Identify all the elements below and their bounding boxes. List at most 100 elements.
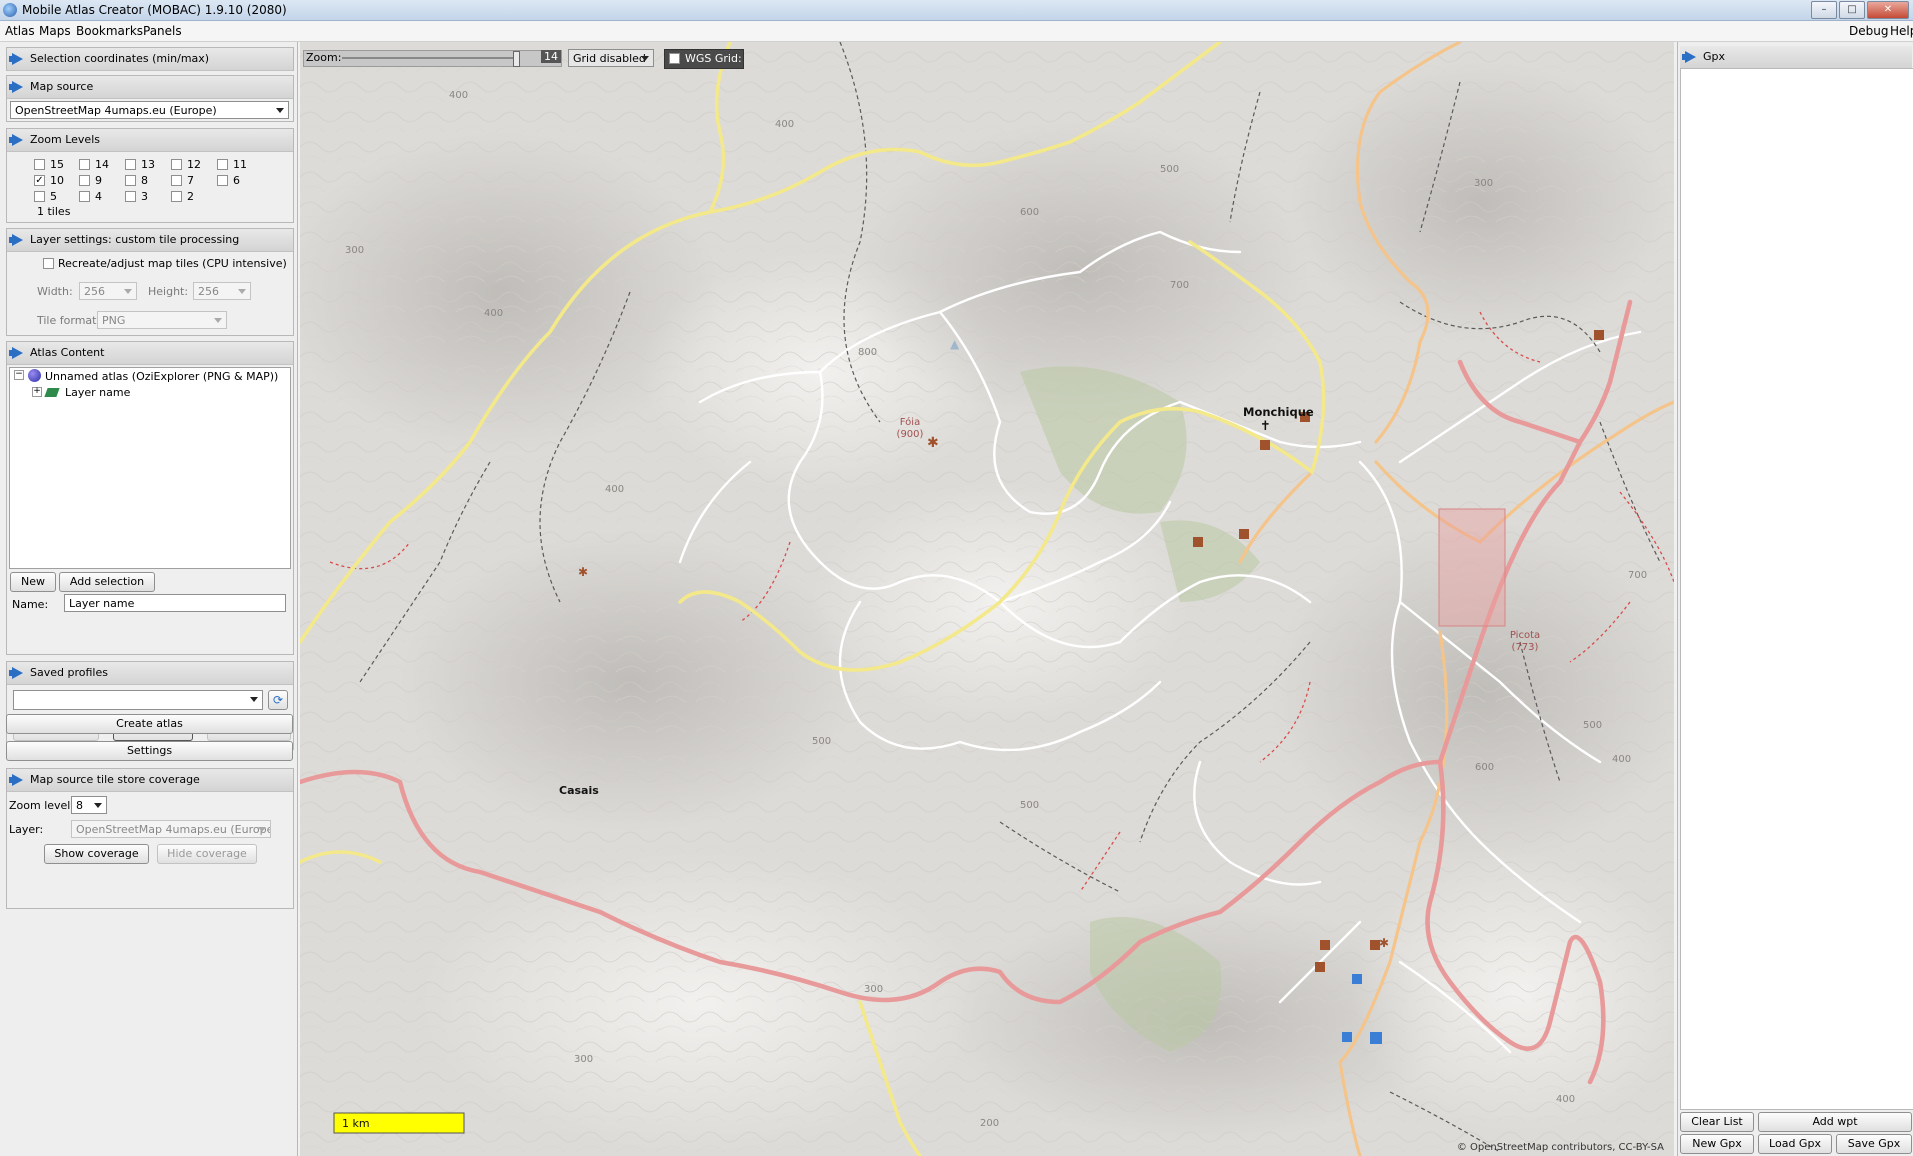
section-title: Zoom Levels xyxy=(30,133,100,146)
poi-icon xyxy=(1594,330,1604,340)
contour-label: 300 xyxy=(345,245,364,256)
poi-icon xyxy=(1315,962,1325,972)
selection-coordinates-panel: Selection coordinates (min/max) xyxy=(6,47,294,71)
tile-format-select[interactable]: PNG xyxy=(97,311,227,329)
menu-help[interactable]: Help xyxy=(1890,24,1913,38)
section-title: Map source xyxy=(30,80,94,93)
zoom-level-label: 3 xyxy=(141,190,148,203)
section-title: Gpx xyxy=(1703,50,1726,63)
wgs-grid-checkbox[interactable] xyxy=(669,53,680,64)
zoom-level-checkbox[interactable] xyxy=(125,191,136,202)
add-selection-button[interactable]: Add selection xyxy=(59,572,155,592)
chevron-down-icon xyxy=(238,289,246,294)
zoom-level-checkbox[interactable] xyxy=(34,159,45,170)
map-source-select[interactable]: OpenStreetMap 4umaps.eu (Europe) xyxy=(10,101,289,119)
zoom-level-label: 15 xyxy=(50,158,64,171)
add-wpt-button[interactable]: Add wpt xyxy=(1758,1112,1912,1132)
expand-icon[interactable]: + xyxy=(32,387,42,397)
zoom-level-checkbox[interactable] xyxy=(125,175,136,186)
height-select[interactable]: 256 xyxy=(193,282,251,300)
zoom-level-checkbox[interactable] xyxy=(125,159,136,170)
maximize-icon[interactable]: □ xyxy=(1839,1,1865,19)
minimize-icon[interactable]: – xyxy=(1811,1,1837,19)
chevron-down-icon xyxy=(94,803,102,808)
atlas-globe-icon xyxy=(28,369,41,382)
menu-bookmarks[interactable]: Bookmarks xyxy=(76,24,143,38)
map-view[interactable]: ✝ ✱ ✱ ✱ ▲ Monchique Casais Fóia (900) Pi… xyxy=(300,42,1674,1156)
zoom-level-label: 2 xyxy=(187,190,194,203)
menu-panels[interactable]: Panels xyxy=(143,24,182,38)
layer-settings-header[interactable]: Layer settings: custom tile processing xyxy=(7,229,293,252)
peak-foia: Fóia xyxy=(900,416,920,428)
section-title: Saved profiles xyxy=(30,666,108,679)
atlas-content-header[interactable]: Atlas Content xyxy=(7,342,293,365)
viewpoint-icon: ✱ xyxy=(578,565,588,579)
gpx-list[interactable] xyxy=(1680,68,1913,1110)
zoom-level-checkbox[interactable] xyxy=(171,191,182,202)
close-icon[interactable]: ✕ xyxy=(1867,1,1909,19)
zoom-slider[interactable] xyxy=(342,51,520,67)
section-title: Selection coordinates (min/max) xyxy=(30,52,210,65)
selection-coordinates-header[interactable]: Selection coordinates (min/max) xyxy=(7,48,293,71)
zoom-level-label: 12 xyxy=(187,158,201,171)
new-button[interactable]: New xyxy=(10,572,56,592)
grid-select[interactable]: Grid disabled xyxy=(568,49,654,67)
width-label: Width: xyxy=(37,285,73,298)
peak-picota-elevation: (773) xyxy=(1512,642,1539,653)
zoom-level-checkbox[interactable] xyxy=(79,159,90,170)
recreate-tiles-checkbox[interactable] xyxy=(43,258,54,269)
hide-coverage-button[interactable]: Hide coverage xyxy=(157,844,257,864)
load-gpx-button[interactable]: Load Gpx xyxy=(1758,1134,1832,1154)
zoom-level-checkbox[interactable] xyxy=(171,175,182,186)
contour-label: 600 xyxy=(1020,207,1039,218)
expand-arrow-icon xyxy=(9,134,23,146)
width-select[interactable]: 256 xyxy=(79,282,137,300)
atlas-tree[interactable]: − Unnamed atlas (OziExplorer (PNG & MAP)… xyxy=(9,367,291,569)
zoom-level-checkbox[interactable] xyxy=(217,159,228,170)
zoom-level-checkbox[interactable] xyxy=(79,175,90,186)
zoom-level-checkbox[interactable] xyxy=(79,191,90,202)
coverage-header[interactable]: Map source tile store coverage xyxy=(7,769,293,792)
menu-bar: Atlas Maps Bookmarks Panels Debug Help xyxy=(0,21,1913,42)
wgs-grid-toggle[interactable]: WGS Grid: xyxy=(664,49,744,69)
settings-button[interactable]: Settings xyxy=(6,741,293,761)
layer-name-input[interactable]: Layer name xyxy=(64,594,286,612)
collapse-icon[interactable]: − xyxy=(14,370,24,380)
menu-debug[interactable]: Debug xyxy=(1849,24,1888,38)
show-coverage-button[interactable]: Show coverage xyxy=(44,844,149,864)
profile-select[interactable] xyxy=(13,690,263,710)
create-atlas-button[interactable]: Create atlas xyxy=(6,714,293,734)
zoom-level-checkbox[interactable] xyxy=(171,159,182,170)
map-source-value: OpenStreetMap 4umaps.eu (Europe) xyxy=(15,104,217,117)
selection-rectangle[interactable] xyxy=(1438,508,1506,627)
zoom-level-checkbox[interactable] xyxy=(34,191,45,202)
contour-label: 500 xyxy=(1020,800,1039,811)
map-source-header[interactable]: Map source xyxy=(7,76,293,99)
coverage-layer-select[interactable]: OpenStreetMap 4umaps.eu (Europe) xyxy=(71,820,271,838)
zoom-slider-thumb[interactable] xyxy=(513,51,520,67)
coverage-zoom-label: Zoom level: xyxy=(9,799,75,812)
gpx-header[interactable]: Gpx xyxy=(1680,46,1912,69)
poi-icon xyxy=(1320,940,1330,950)
atlas-name[interactable]: Unnamed atlas (OziExplorer (PNG & MAP)) xyxy=(45,370,278,383)
zoom-levels-header[interactable]: Zoom Levels xyxy=(7,129,293,152)
zoom-level-label: 6 xyxy=(233,174,240,187)
menu-atlas[interactable]: Atlas xyxy=(5,24,35,38)
zoom-level-checkbox[interactable]: ✓ xyxy=(34,175,45,186)
peak-foia-elevation: (900) xyxy=(897,429,924,440)
layer-name[interactable]: Layer name xyxy=(65,386,130,399)
saved-profiles-panel: Saved profiles ⟳ Delete Save Load xyxy=(6,661,294,750)
saved-profiles-header[interactable]: Saved profiles xyxy=(7,662,293,685)
contour-label: 400 xyxy=(449,90,468,101)
section-title: Atlas Content xyxy=(30,346,105,359)
clear-list-button[interactable]: Clear List xyxy=(1680,1112,1754,1132)
refresh-icon[interactable]: ⟳ xyxy=(268,690,288,710)
save-gpx-button[interactable]: Save Gpx xyxy=(1836,1134,1912,1154)
contour-label: 400 xyxy=(1612,754,1631,765)
map-canvas[interactable]: ✝ ✱ ✱ ✱ ▲ Monchique Casais Fóia (900) Pi… xyxy=(300,42,1674,1156)
coverage-zoom-select[interactable]: 8 xyxy=(71,796,107,814)
menu-maps[interactable]: Maps xyxy=(39,24,71,38)
zoom-level-label: 10 xyxy=(50,174,64,187)
new-gpx-button[interactable]: New Gpx xyxy=(1680,1134,1754,1154)
zoom-level-checkbox[interactable] xyxy=(217,175,228,186)
